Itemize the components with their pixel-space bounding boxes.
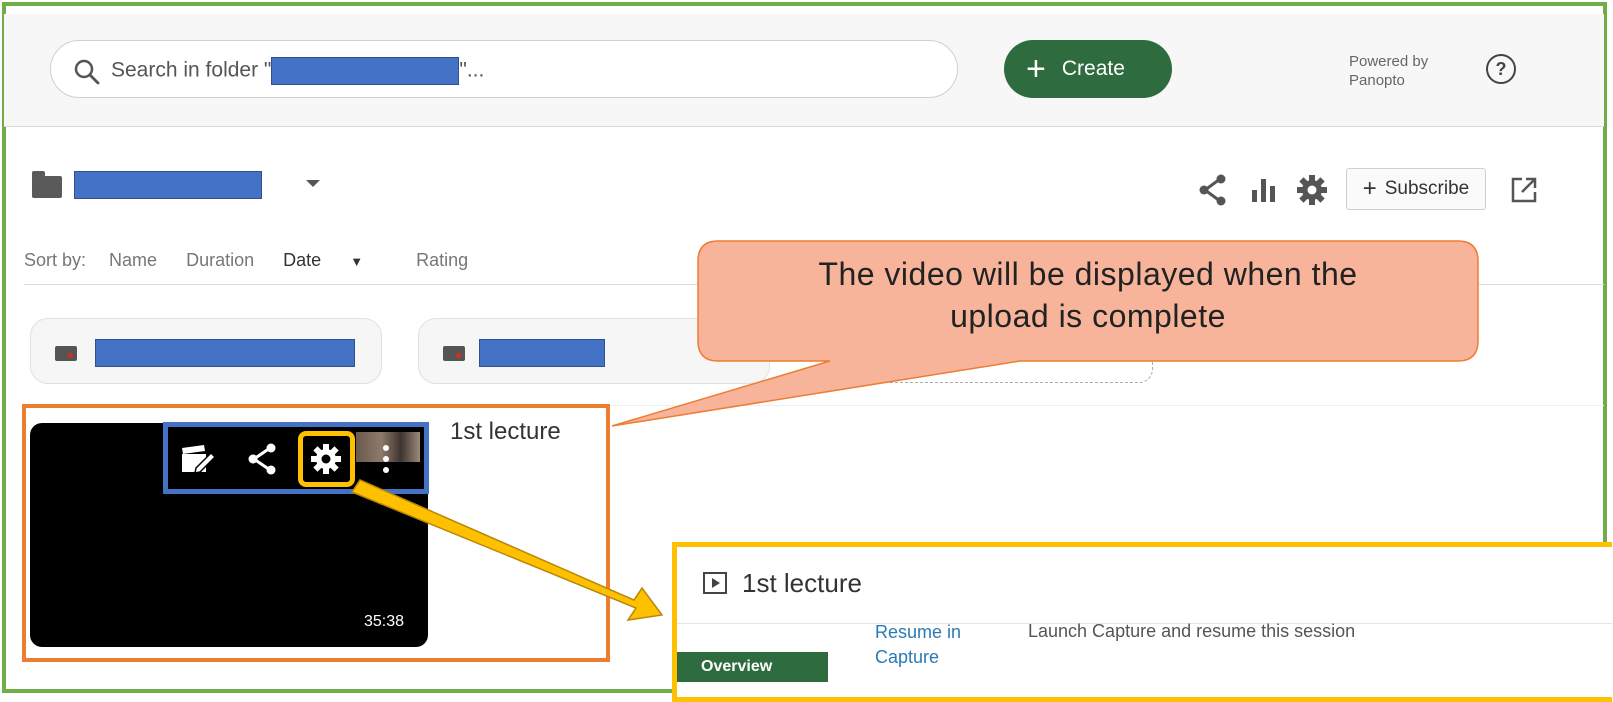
resume-line2: Capture	[875, 647, 940, 667]
panel-title: 1st lecture	[742, 568, 862, 598]
resume-description: Launch Capture and resume this session	[1028, 621, 1356, 641]
callout-line2: upload is complete	[950, 298, 1226, 334]
callout-line1: The video will be displayed when the	[818, 256, 1358, 292]
play-icon	[703, 572, 727, 594]
tab-overview[interactable]: Overview	[677, 652, 828, 682]
arrow-to-panel	[350, 479, 664, 621]
callout-text: The video will be displayed when the upl…	[698, 253, 1478, 337]
resume-in-capture-link[interactable]: Resume in Capture	[875, 620, 985, 670]
resume-line1: Resume in	[875, 622, 962, 642]
